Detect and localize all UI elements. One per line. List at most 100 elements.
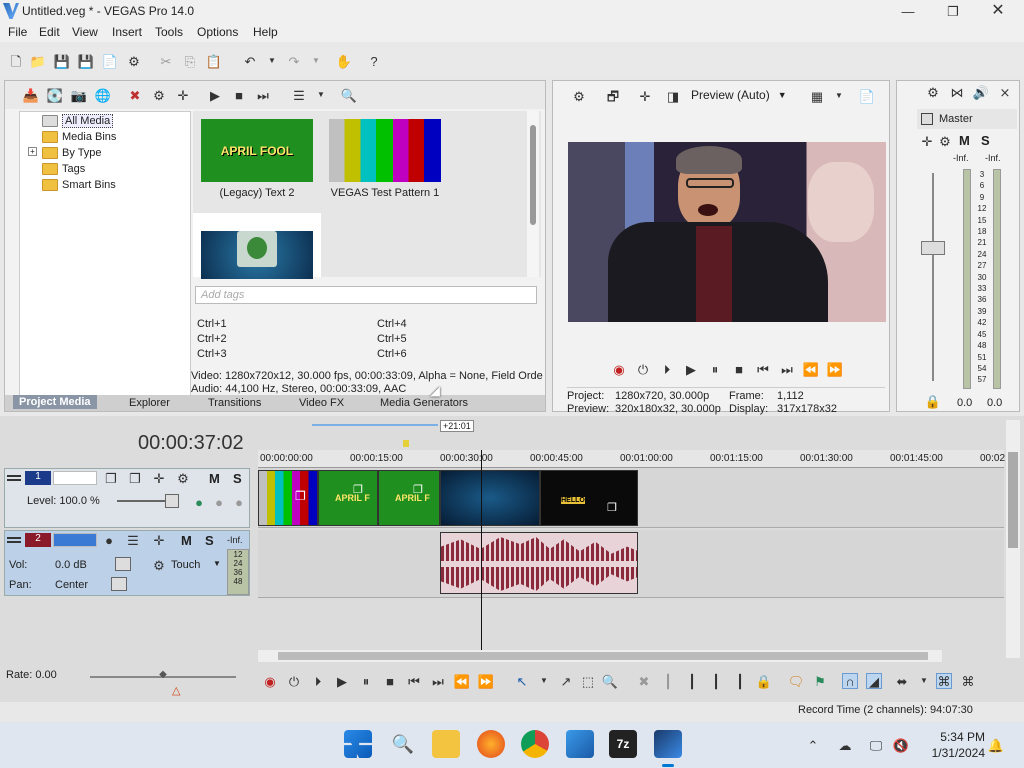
tag-shortcut[interactable]: Ctrl+2 — [197, 333, 227, 345]
menu-view[interactable]: View — [72, 25, 98, 39]
selection-tool-icon[interactable]: ⬚ — [580, 673, 596, 689]
tag-shortcut[interactable]: Ctrl+6 — [377, 348, 407, 360]
views-icon[interactable]: ☰ — [291, 87, 307, 103]
next-frame-icon[interactable]: ⏩ — [478, 673, 494, 689]
chevron-down-icon[interactable]: ▼ — [213, 559, 221, 568]
split-icon[interactable]: ┃ — [732, 673, 748, 689]
tab-project-media[interactable]: Project Media — [13, 395, 97, 409]
video-track-lane[interactable]: ❐ APRIL F ❐ APRIL F ❐ HELLO ❐ — [258, 468, 1004, 528]
clock-date[interactable]: 1/31/2024 — [922, 746, 985, 760]
undo-dropdown-icon[interactable]: ▼ — [264, 53, 280, 69]
auto-ripple-icon[interactable]: ◢ — [866, 673, 882, 689]
pause-icon[interactable]: ⏸ — [707, 361, 723, 377]
cut-icon[interactable]: ✂ — [158, 53, 174, 69]
pan-slider-thumb[interactable] — [111, 577, 127, 591]
lock-events-icon[interactable]: 🔒 — [756, 673, 772, 689]
ignore-grouping-icon[interactable]: ⌘ — [960, 673, 976, 689]
go-to-start-icon[interactable]: ⏮ — [406, 673, 422, 689]
automation-icon[interactable]: ⚙ — [151, 557, 167, 573]
tag-shortcut[interactable]: Ctrl+1 — [197, 318, 227, 330]
overlays-dropdown-icon[interactable]: ▼ — [831, 88, 847, 104]
menu-tools[interactable]: Tools — [155, 25, 183, 39]
photos-icon[interactable] — [566, 730, 594, 758]
compositing-child-icon[interactable]: ● — [211, 494, 227, 510]
tree-item-media-bins[interactable]: Media Bins — [42, 131, 116, 143]
go-to-end-icon[interactable]: ⏭ — [779, 361, 795, 377]
track-motion-extra-icon[interactable]: ● — [231, 494, 247, 510]
rate-slider-thumb[interactable]: ◆ — [154, 669, 172, 681]
pause-icon[interactable]: ⏸ — [358, 673, 374, 689]
clock-time[interactable]: 5:34 PM — [935, 730, 985, 744]
compositing-mode-icon[interactable]: ✛ — [151, 470, 167, 486]
timeline-ruler[interactable]: 00:00:00:00 00:00:15:00 00:00:30:00 00:0… — [258, 450, 1005, 468]
copy-snapshot-icon[interactable]: 📄 — [859, 88, 875, 104]
zoom-tool-icon[interactable]: 🔍 — [602, 673, 618, 689]
media-properties-icon[interactable]: ✛ — [175, 87, 191, 103]
master-fader-handle[interactable] — [921, 241, 945, 255]
track-fx-icon[interactable]: ☰ — [125, 532, 141, 548]
auto-preview-icon[interactable]: ⏭ — [255, 87, 271, 103]
edit-tool-dropdown-icon[interactable]: ▼ — [536, 673, 552, 689]
play-icon[interactable]: ▶ — [683, 361, 699, 377]
firefox-icon[interactable] — [477, 730, 505, 758]
expand-icon[interactable]: + — [28, 147, 37, 156]
ripple-dropdown-icon[interactable]: ▼ — [916, 673, 932, 689]
new-icon[interactable]: 🗋 — [8, 53, 24, 69]
tag-shortcut[interactable]: Ctrl+4 — [377, 318, 407, 330]
trim-start-icon[interactable]: ┃ — [684, 673, 700, 689]
delete-icon[interactable]: ✖ — [636, 673, 652, 689]
menu-file[interactable]: File — [8, 25, 27, 39]
audio-track-lane[interactable] — [258, 530, 1004, 598]
external-monitor-icon[interactable]: 🗗 — [605, 88, 621, 104]
paste-icon[interactable]: 📋 — [206, 53, 222, 69]
copy-icon[interactable]: ⎘ — [182, 53, 198, 69]
monitor-icon[interactable]: 🖵 — [868, 737, 884, 753]
tree-item-all-media[interactable]: All Media — [42, 114, 114, 128]
track-settings-icon[interactable]: ⚙ — [175, 470, 191, 486]
master-properties-icon[interactable]: ⚙ — [925, 84, 941, 100]
insert-fx-icon[interactable]: ✛ — [151, 532, 167, 548]
file-explorer-icon[interactable] — [432, 730, 460, 758]
preview-properties-icon[interactable]: ⚙ — [571, 88, 587, 104]
overlays-icon[interactable]: ▦ — [809, 88, 825, 104]
tag-shortcut[interactable]: Ctrl+3 — [197, 348, 227, 360]
media-fx-icon[interactable]: ⚙ — [151, 87, 167, 103]
clip-crop-icon[interactable]: ❐ — [607, 501, 617, 514]
windows-start-icon[interactable] — [344, 730, 372, 758]
play-from-start-icon[interactable]: ⏵ — [659, 361, 675, 377]
search-icon[interactable]: 🔍 — [341, 87, 357, 103]
maximize-icon[interactable]: ❐ — [945, 3, 961, 19]
volume-muted-icon[interactable]: 🔇 — [893, 737, 909, 753]
video-clip-hello[interactable]: HELLO ❐ — [540, 470, 638, 526]
import-media-icon[interactable]: 📥 — [23, 87, 39, 103]
previous-frame-icon[interactable]: ⏪ — [454, 673, 470, 689]
save-icon[interactable]: 💾 — [54, 53, 70, 69]
clip-crop-icon[interactable]: ❐ — [353, 483, 363, 496]
menu-help[interactable]: Help — [253, 25, 278, 39]
tab-media-generators[interactable]: Media Generators — [380, 397, 468, 409]
video-clip-test-pattern[interactable]: ❐ — [258, 470, 318, 526]
split-screen-icon[interactable]: ✛ — [637, 88, 653, 104]
notification-bell-icon[interactable]: 🔔 — [988, 737, 1004, 753]
add-tags-input[interactable]: Add tags — [195, 286, 537, 304]
compositing-parent-icon[interactable]: ● — [191, 494, 207, 510]
vegas-icon[interactable] — [654, 730, 682, 758]
marker-flag[interactable] — [403, 440, 409, 447]
7zip-icon[interactable]: 7z — [609, 730, 637, 758]
audio-mute-button[interactable]: M — [181, 533, 192, 548]
play-from-start-icon[interactable]: ⏵ — [310, 673, 326, 689]
record-icon[interactable]: ◉ — [611, 361, 627, 377]
audio-clip[interactable] — [440, 532, 638, 594]
tree-item-by-type[interactable]: By Type — [42, 147, 102, 159]
chevron-up-icon[interactable]: ⌃ — [805, 737, 821, 753]
playhead[interactable] — [481, 450, 482, 650]
master-insert-fx-icon[interactable]: ✛ — [919, 133, 935, 149]
trim-icon[interactable]: ┃ — [660, 673, 676, 689]
master-fx-chain-icon[interactable]: ⚙ — [937, 133, 953, 149]
insert-marker-icon[interactable]: 🗨 — [788, 673, 805, 689]
track-fx-icon[interactable]: ❐ — [127, 470, 143, 486]
vol-slider-thumb[interactable] — [115, 557, 131, 571]
get-media-web-icon[interactable]: 🌐 — [95, 87, 111, 103]
play-icon[interactable]: ▶ — [334, 673, 350, 689]
media-thumb-test-pattern[interactable]: VEGAS Test Pattern 1 — [329, 119, 441, 199]
